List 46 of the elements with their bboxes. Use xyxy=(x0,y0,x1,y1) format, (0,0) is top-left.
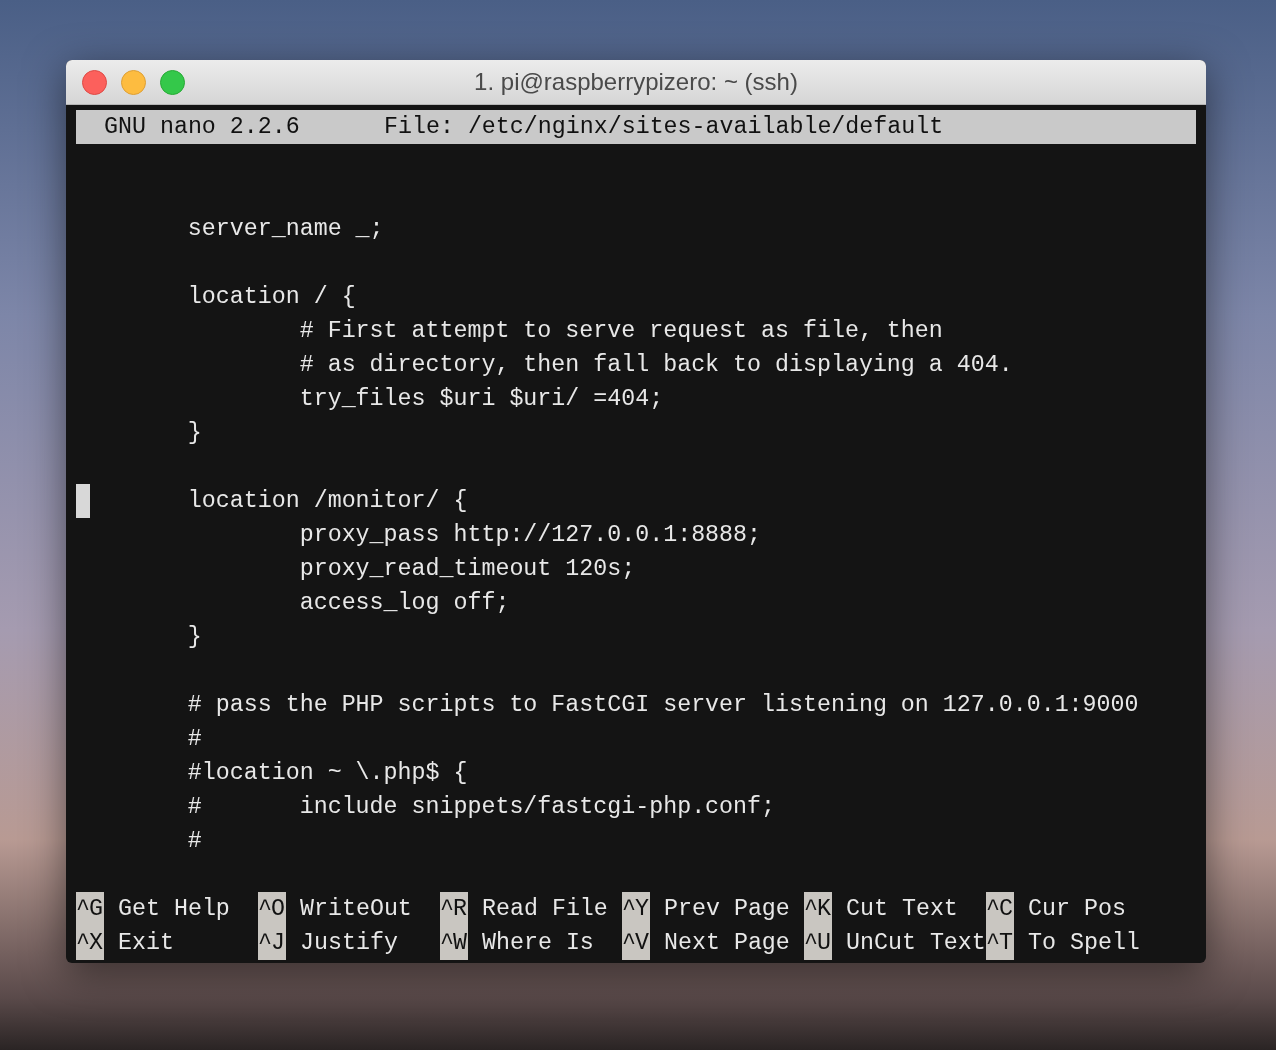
shortcut-label: To Spell xyxy=(1028,929,1140,958)
shortcut-label: Cur Pos xyxy=(1028,895,1126,924)
code-line: server_name _; xyxy=(186,216,384,242)
code-line: # First attempt to serve request as file, then xyxy=(298,318,943,344)
shortcut-key: ^Y xyxy=(622,892,650,926)
shortcut-key: ^K xyxy=(804,892,832,926)
shortcut-key: ^X xyxy=(76,926,104,960)
shortcut-key: ^W xyxy=(440,926,468,960)
code-line: # xyxy=(186,726,202,752)
shortcut-label: Get Help xyxy=(118,895,230,924)
code-line: try_files $uri $uri/ =404; xyxy=(298,386,664,412)
code-line: # include snippets/fastcgi-php.conf; xyxy=(186,794,776,820)
window-title: 1. pi@raspberrypizero: ~ (ssh) xyxy=(474,67,798,97)
shortcut-label: WriteOut xyxy=(300,895,412,924)
shortcut-key: ^C xyxy=(986,892,1014,926)
shortcut-label: Where Is xyxy=(482,929,594,958)
shortcut-key: ^R xyxy=(440,892,468,926)
program-version: GNU nano 2.2.6 xyxy=(104,113,301,142)
minimize-button[interactable] xyxy=(121,69,146,95)
code-line: location /monitor/ { xyxy=(186,488,468,514)
code-line: # xyxy=(186,828,202,854)
shortcut-key: ^O xyxy=(258,892,286,926)
shortcut-label: Next Page xyxy=(664,929,790,958)
shortcut-key: ^T xyxy=(986,926,1014,960)
code-line: } xyxy=(186,624,202,650)
shortcut-key: ^V xyxy=(622,926,650,960)
zoom-button[interactable] xyxy=(160,69,185,95)
close-button[interactable] xyxy=(82,69,107,95)
code-line: } xyxy=(186,420,202,446)
shortcut-label: Read File xyxy=(482,895,608,924)
code-line: access_log off; xyxy=(298,590,510,616)
code-line: proxy_pass http://127.0.0.1:8888; xyxy=(298,522,762,548)
code-line: location / { xyxy=(186,284,356,310)
code-line: proxy_read_timeout 120s; xyxy=(298,556,636,582)
shortcut-key: ^G xyxy=(76,892,104,926)
shortcut-label: Prev Page xyxy=(664,895,790,924)
file-path: File: /etc/nginx/sites-available/default xyxy=(384,113,944,142)
code-line: # pass the PHP scripts to FastCGI server listening on 127.0.0.1:9000 xyxy=(186,692,1139,718)
shortcut-label: Cut Text xyxy=(846,895,958,924)
shortcut-key: ^J xyxy=(258,926,286,960)
shortcut-label: Justify xyxy=(300,929,398,958)
shortcut-label: Exit xyxy=(118,929,174,958)
code-line: #location ~ \.php$ { xyxy=(186,760,468,786)
shortcut-key: ^U xyxy=(804,926,832,960)
code-line: # as directory, then fall back to displaying a 404. xyxy=(298,352,1013,378)
shortcut-label: UnCut Text xyxy=(846,929,986,958)
